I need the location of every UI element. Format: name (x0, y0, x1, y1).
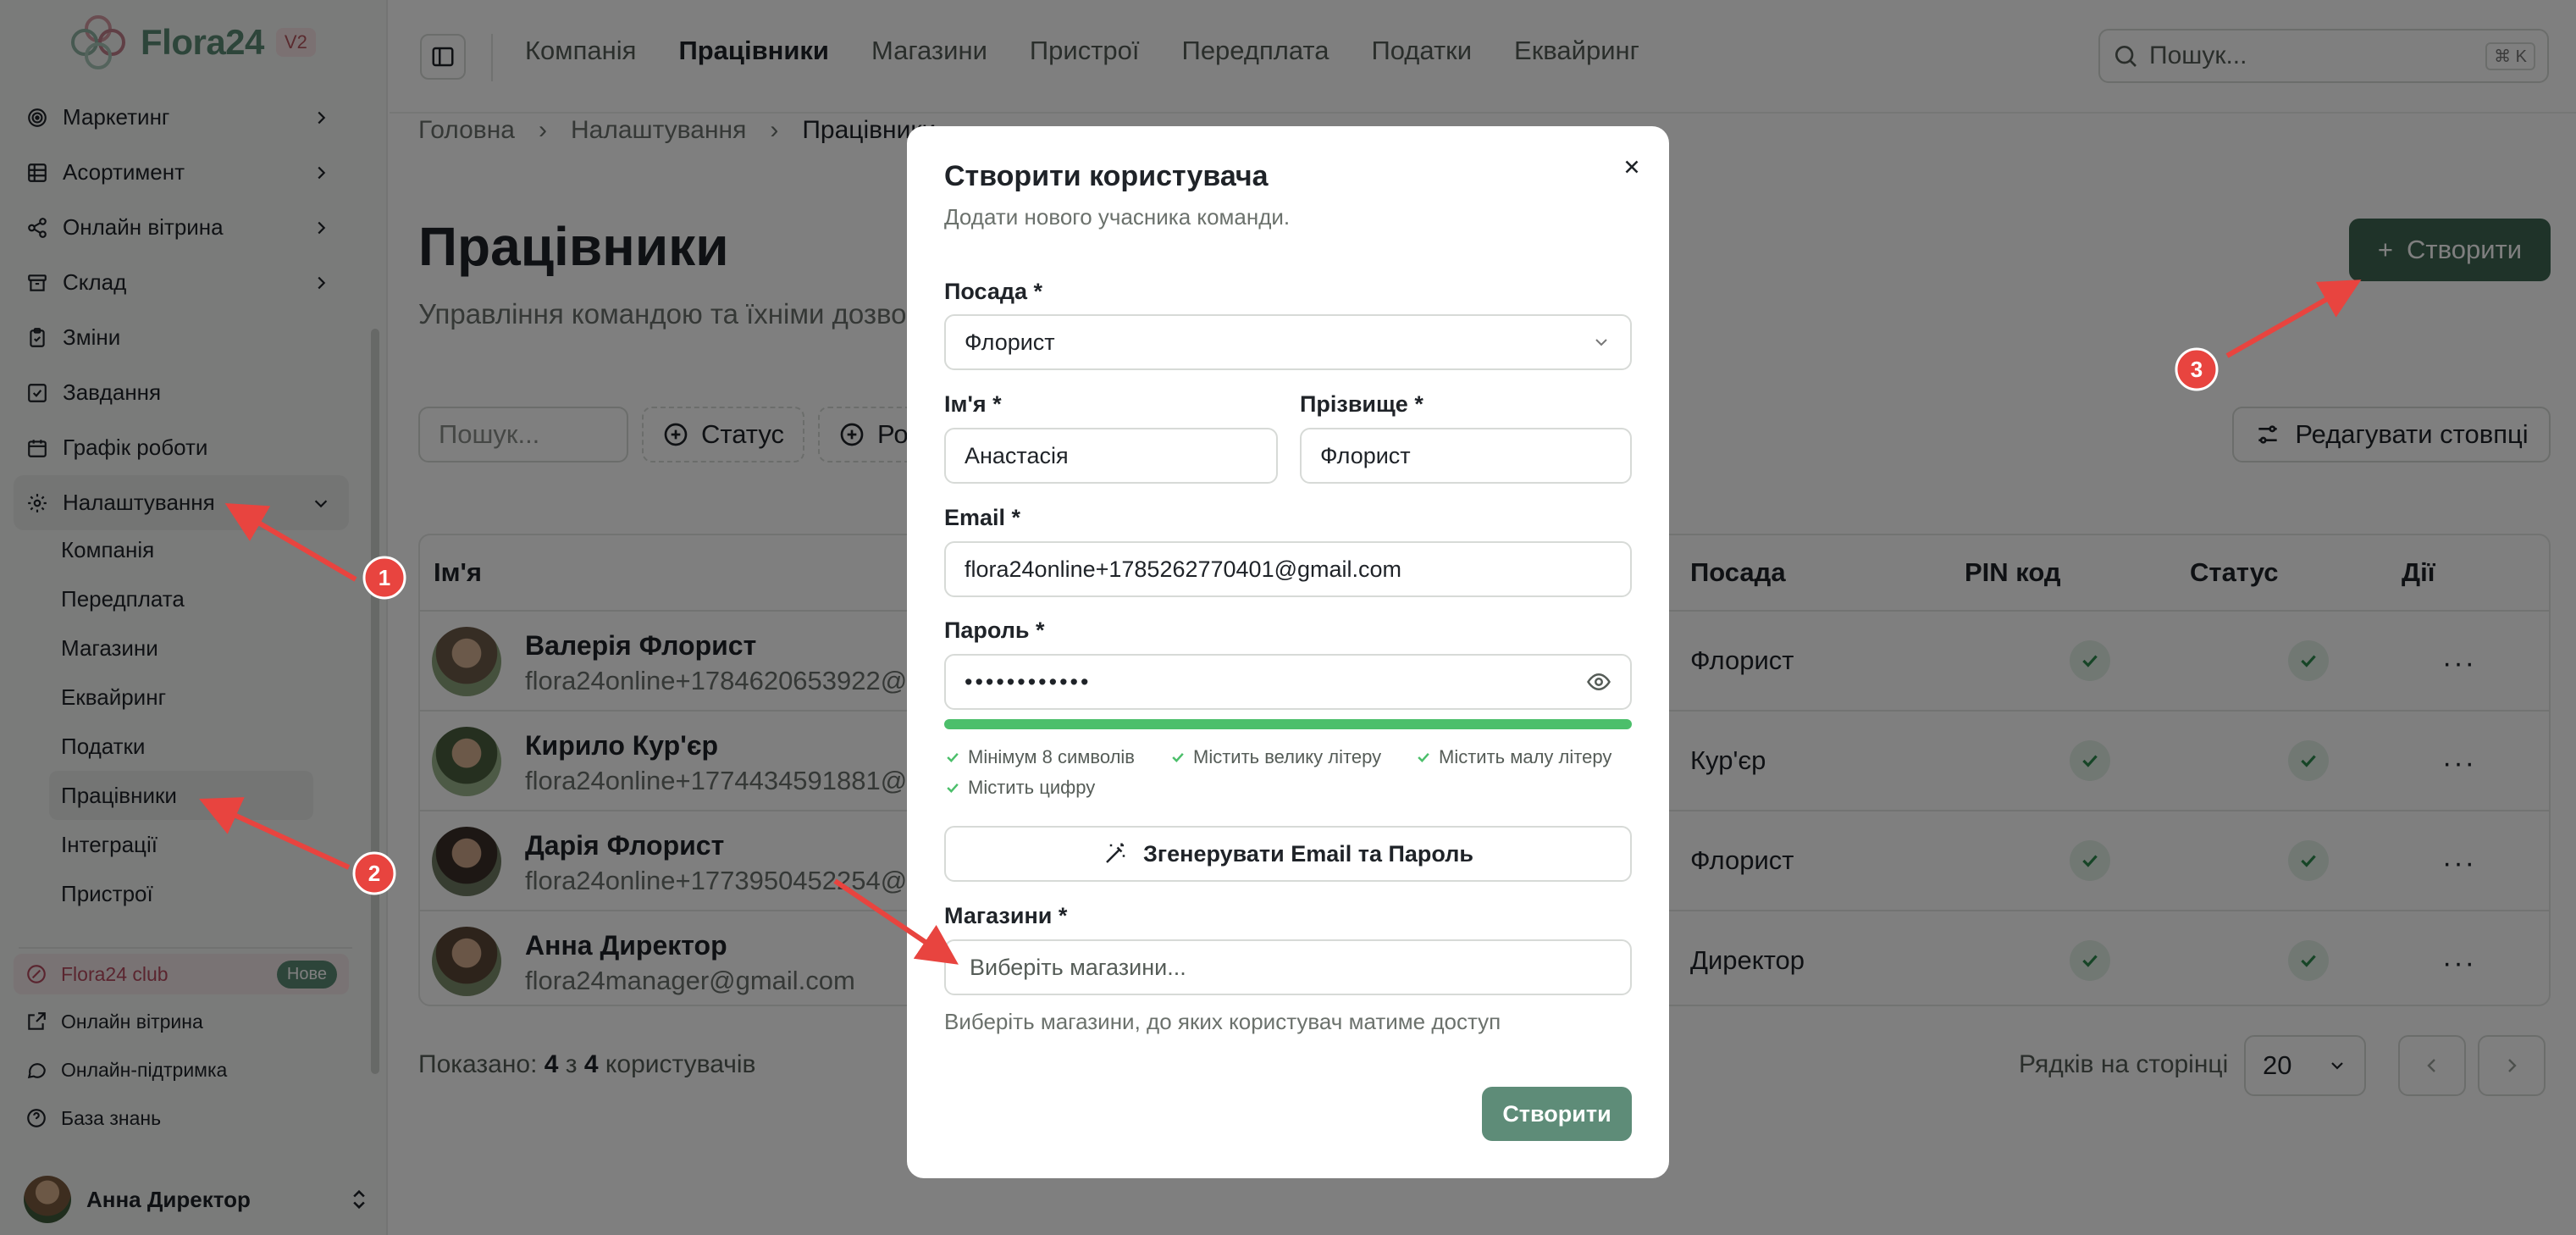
tutorial-annotations: 1 2 3 (199, 280, 2362, 965)
annotation-number-1: 1 (379, 565, 390, 590)
annotation-arrow-3 (2225, 280, 2362, 358)
annotation-arrow-stores (833, 878, 959, 965)
annotation-arrow-2 (199, 797, 351, 870)
annotation-number-3: 3 (2191, 357, 2203, 382)
annotation-number-2: 2 (368, 861, 380, 886)
annotation-arrow-1 (224, 502, 357, 582)
